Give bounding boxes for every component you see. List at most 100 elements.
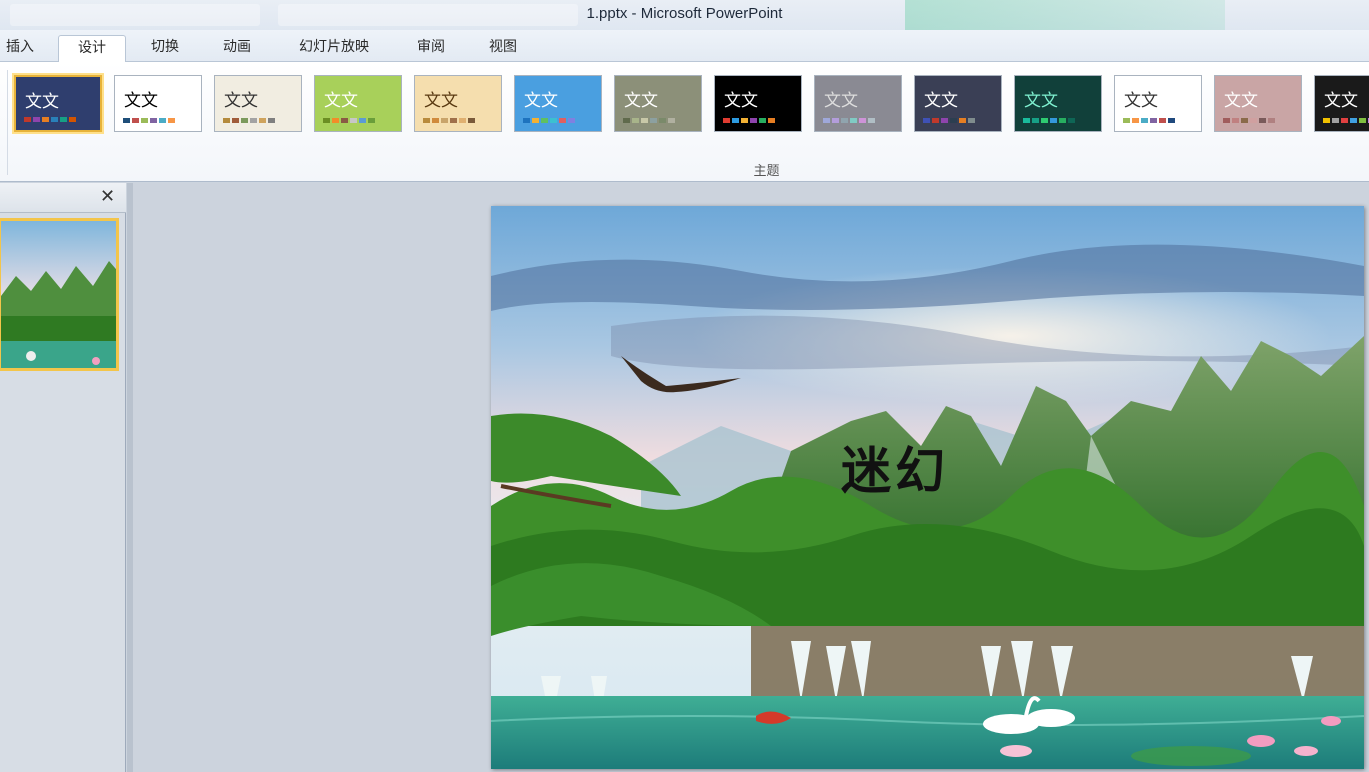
color-swatch bbox=[1150, 118, 1157, 123]
title-bar: 1.pptx - Microsoft PowerPoint bbox=[0, 0, 1369, 30]
theme-option-1[interactable]: 文文 bbox=[14, 75, 102, 132]
theme-option-3[interactable]: 文文 bbox=[214, 75, 302, 132]
theme-option-4[interactable]: 文文 bbox=[314, 75, 402, 132]
slides-panel: ✕ bbox=[0, 183, 126, 772]
color-swatch bbox=[69, 117, 76, 122]
theme-color-swatches bbox=[123, 118, 175, 123]
color-swatch bbox=[559, 118, 566, 123]
theme-color-swatches bbox=[1123, 118, 1175, 123]
theme-sample-text: 文文 bbox=[224, 91, 258, 111]
theme-color-swatches bbox=[823, 118, 875, 123]
ribbon-tab-bar: 插入 设计 切换 动画 幻灯片放映 审阅 视图 bbox=[0, 30, 1369, 63]
theme-option-9[interactable]: 文文 bbox=[814, 75, 902, 132]
color-swatch bbox=[1259, 118, 1266, 123]
color-swatch bbox=[1050, 118, 1057, 123]
color-swatch bbox=[123, 118, 130, 123]
color-swatch bbox=[368, 118, 375, 123]
color-swatch bbox=[1023, 118, 1030, 123]
color-swatch bbox=[650, 118, 657, 123]
color-swatch bbox=[968, 118, 975, 123]
panel-splitter[interactable] bbox=[127, 183, 133, 772]
color-swatch bbox=[841, 118, 848, 123]
slide-thumbnail-1[interactable] bbox=[0, 218, 119, 371]
theme-color-swatches bbox=[723, 118, 775, 123]
tab-slideshow[interactable]: 幻灯片放映 bbox=[284, 35, 384, 62]
color-swatch bbox=[168, 118, 175, 123]
color-swatch bbox=[823, 118, 830, 123]
theme-sample-text: 文文 bbox=[324, 91, 358, 111]
color-swatch bbox=[33, 117, 40, 122]
theme-option-14[interactable]: 文文 bbox=[1314, 75, 1369, 132]
color-swatch bbox=[1341, 118, 1348, 123]
color-swatch bbox=[1223, 118, 1230, 123]
tab-transitions[interactable]: 切换 bbox=[138, 35, 192, 62]
theme-color-swatches bbox=[523, 118, 575, 123]
color-swatch bbox=[259, 118, 266, 123]
color-swatch bbox=[1268, 118, 1275, 123]
theme-color-swatches bbox=[223, 118, 275, 123]
tab-animations[interactable]: 动画 bbox=[210, 35, 264, 62]
theme-sample-text: 文文 bbox=[924, 91, 958, 111]
theme-option-6[interactable]: 文文 bbox=[514, 75, 602, 132]
color-swatch bbox=[832, 118, 839, 123]
color-swatch bbox=[441, 118, 448, 123]
color-swatch bbox=[541, 118, 548, 123]
tab-view[interactable]: 视图 bbox=[476, 35, 530, 62]
color-swatch bbox=[1141, 118, 1148, 123]
theme-sample-text: 文文 bbox=[1324, 91, 1358, 111]
theme-sample-text: 文文 bbox=[524, 91, 558, 111]
color-swatch bbox=[941, 118, 948, 123]
color-swatch bbox=[641, 118, 648, 123]
tab-review[interactable]: 审阅 bbox=[404, 35, 458, 62]
tab-design[interactable]: 设计 bbox=[58, 35, 126, 63]
color-swatch bbox=[623, 118, 630, 123]
theme-option-12[interactable]: 文文 bbox=[1114, 75, 1202, 132]
color-swatch bbox=[659, 118, 666, 123]
color-swatch bbox=[468, 118, 475, 123]
theme-color-swatches bbox=[423, 118, 475, 123]
color-swatch bbox=[24, 117, 31, 122]
color-swatch bbox=[450, 118, 457, 123]
color-swatch bbox=[150, 118, 157, 123]
slide-title[interactable]: 迷幻 bbox=[841, 431, 949, 503]
theme-option-8[interactable]: 文文 bbox=[714, 75, 802, 132]
color-swatch bbox=[432, 118, 439, 123]
theme-sample-text: 文文 bbox=[124, 91, 158, 111]
color-swatch bbox=[1068, 118, 1075, 123]
color-swatch bbox=[532, 118, 539, 123]
color-swatch bbox=[359, 118, 366, 123]
tab-insert[interactable]: 插入 bbox=[0, 35, 40, 62]
color-swatch bbox=[42, 117, 49, 122]
color-swatch bbox=[1232, 118, 1239, 123]
color-swatch bbox=[132, 118, 139, 123]
theme-sample-text: 文文 bbox=[724, 91, 758, 111]
theme-option-2[interactable]: 文文 bbox=[114, 75, 202, 132]
theme-sample-text: 文文 bbox=[25, 92, 59, 112]
close-icon[interactable]: ✕ bbox=[100, 188, 115, 206]
color-swatch bbox=[268, 118, 275, 123]
color-swatch bbox=[60, 117, 67, 122]
color-swatch bbox=[232, 118, 239, 123]
color-swatch bbox=[51, 117, 58, 122]
color-swatch bbox=[1041, 118, 1048, 123]
theme-sample-text: 文文 bbox=[424, 91, 458, 111]
theme-option-11[interactable]: 文文 bbox=[1014, 75, 1102, 132]
theme-option-5[interactable]: 文文 bbox=[414, 75, 502, 132]
theme-sample-text: 文文 bbox=[824, 91, 858, 111]
ribbon-design-panel: 文文 文文 文文 文文 文文 文文 文文 文文 文文 文文 文文 文文 文文 文文 主题 bbox=[0, 62, 1369, 182]
main-slide[interactable]: 迷幻 bbox=[491, 206, 1364, 769]
theme-color-swatches bbox=[1023, 118, 1075, 123]
color-swatch bbox=[141, 118, 148, 123]
theme-option-7[interactable]: 文文 bbox=[614, 75, 702, 132]
color-swatch bbox=[768, 118, 775, 123]
color-swatch bbox=[868, 118, 875, 123]
color-swatch bbox=[250, 118, 257, 123]
theme-option-10[interactable]: 文文 bbox=[914, 75, 1002, 132]
color-swatch bbox=[1159, 118, 1166, 123]
theme-option-13[interactable]: 文文 bbox=[1214, 75, 1302, 132]
theme-color-swatches bbox=[623, 118, 675, 123]
theme-sample-text: 文文 bbox=[1124, 91, 1158, 111]
color-swatch bbox=[423, 118, 430, 123]
color-swatch bbox=[1332, 118, 1339, 123]
color-swatch bbox=[923, 118, 930, 123]
